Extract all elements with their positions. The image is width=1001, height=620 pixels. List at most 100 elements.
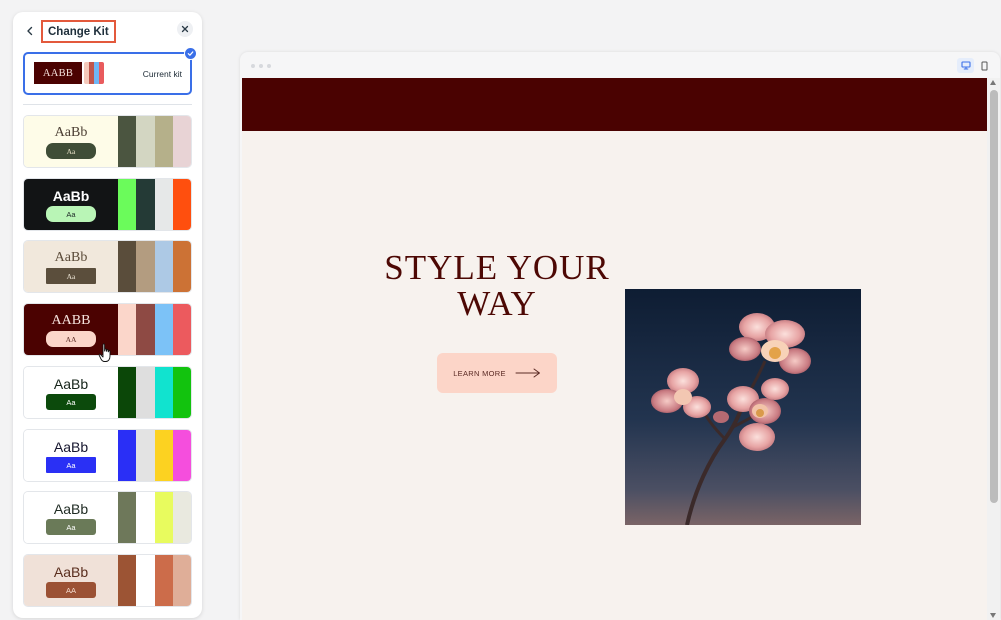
kit-swatches (118, 492, 191, 543)
kit-preview: AaBb Aa (24, 492, 118, 543)
kit-preview: AABB AA (24, 304, 118, 355)
swatch (136, 367, 155, 418)
divider (23, 104, 192, 105)
site-preview-window: STYLE YOUR WAY LEARN MORE (240, 52, 1000, 620)
swatch (118, 241, 137, 292)
kit-button-sample: AA (46, 582, 96, 598)
kit-swatches (118, 367, 191, 418)
learn-more-button[interactable]: LEARN MORE (437, 353, 557, 393)
current-kit-preview: AABB (34, 62, 82, 84)
swatch (154, 241, 173, 292)
kit-card[interactable]: AaBb Aa (23, 115, 192, 168)
swatch (172, 430, 191, 481)
kit-heading-sample: AABB (51, 313, 91, 328)
kit-card[interactable]: AaBb Aa (23, 240, 192, 293)
current-kit-swatches (84, 62, 104, 84)
swatch (118, 304, 137, 355)
kit-heading-sample: AaBb (53, 501, 89, 517)
kit-heading-sample: AaBb (53, 376, 89, 392)
desktop-view-button[interactable] (957, 58, 974, 73)
kit-preview: AaBb Aa (24, 116, 118, 167)
kit-card[interactable]: AaBb Aa (23, 429, 192, 482)
hero-title-line: STYLE YOUR (384, 248, 610, 287)
desktop-icon (960, 61, 971, 70)
swatch (136, 304, 155, 355)
kit-swatches (118, 179, 191, 230)
site-canvas: STYLE YOUR WAY LEARN MORE (242, 78, 987, 620)
close-button[interactable] (177, 21, 193, 37)
kit-card[interactable]: AaBb AA (23, 554, 192, 607)
kit-button-sample: Aa (46, 457, 96, 473)
swatch (172, 304, 191, 355)
kit-preview: AaBb Aa (24, 367, 118, 418)
kit-heading-sample: AaBb (53, 439, 89, 455)
swatch (118, 116, 137, 167)
arrow-right-icon (515, 368, 540, 378)
swatch (154, 367, 173, 418)
kit-heading-sample: AaBb (54, 250, 88, 265)
mobile-view-button[interactable] (978, 58, 991, 73)
kit-preview: AaBb Aa (24, 241, 118, 292)
swatch (154, 555, 173, 606)
swatch (172, 492, 191, 543)
kit-button-sample: Aa (46, 394, 96, 410)
swatch (118, 492, 137, 543)
window-dots (251, 64, 271, 68)
swatch (154, 304, 173, 355)
kit-swatches (118, 241, 191, 292)
kit-preview: AaBb AA (24, 555, 118, 606)
panel-header: Change Kit (13, 12, 202, 50)
swatch (136, 116, 155, 167)
kit-swatches (118, 430, 191, 481)
current-kit-card[interactable]: AABB Current kit (23, 47, 197, 95)
kit-swatches (118, 116, 191, 167)
scrollbar-thumb[interactable] (989, 90, 998, 503)
hero-flower-image (625, 289, 861, 525)
swatch (136, 492, 155, 543)
close-icon (181, 25, 189, 33)
kit-button-sample: Aa (46, 268, 96, 284)
kit-card[interactable]: AaBb Aa (23, 366, 192, 419)
swatch (136, 179, 155, 230)
swatch (118, 430, 137, 481)
swatch (136, 555, 155, 606)
kit-card[interactable]: AaBb Aa (23, 491, 192, 544)
swatch (118, 367, 137, 418)
swatch (154, 116, 173, 167)
hero-title: STYLE YOUR WAY (382, 250, 612, 322)
hero-title-line: WAY (457, 284, 537, 323)
site-header (242, 78, 987, 131)
kit-heading-sample: AaBb (53, 564, 89, 580)
swatch (118, 179, 137, 230)
kit-button-sample: Aa (46, 143, 96, 159)
mobile-icon (981, 61, 988, 70)
swatch (154, 492, 173, 543)
change-kit-panel: Change Kit AABB Current kit AaBb Aa AaBb Aa… (13, 12, 202, 618)
chevron-left-icon (27, 26, 33, 36)
kit-card[interactable]: AaBb Aa (23, 178, 192, 231)
kit-heading-sample: AaBb (54, 125, 88, 140)
panel-title: Change Kit (41, 20, 116, 43)
selected-check-icon (184, 47, 197, 60)
swatch (136, 430, 155, 481)
kit-swatches (118, 304, 191, 355)
vertical-scrollbar[interactable] (987, 78, 1000, 620)
kit-preview: AaBb Aa (24, 179, 118, 230)
swatch (172, 179, 191, 230)
swatch (154, 179, 173, 230)
swatch (172, 367, 191, 418)
scroll-up-arrow-icon[interactable] (990, 80, 996, 85)
kit-button-sample: Aa (46, 519, 96, 535)
swatch (118, 555, 137, 606)
kit-button-sample: Aa (46, 206, 96, 222)
kit-swatches (118, 555, 191, 606)
kit-heading-sample: AaBb (52, 188, 90, 204)
scroll-down-arrow-icon[interactable] (990, 613, 996, 618)
swatch (172, 555, 191, 606)
kit-card[interactable]: AABB AA (23, 303, 192, 356)
swatch (172, 116, 191, 167)
swatch (136, 241, 155, 292)
current-kit-label: Current kit (142, 69, 182, 79)
swatch (154, 430, 173, 481)
back-button[interactable] (22, 23, 38, 39)
